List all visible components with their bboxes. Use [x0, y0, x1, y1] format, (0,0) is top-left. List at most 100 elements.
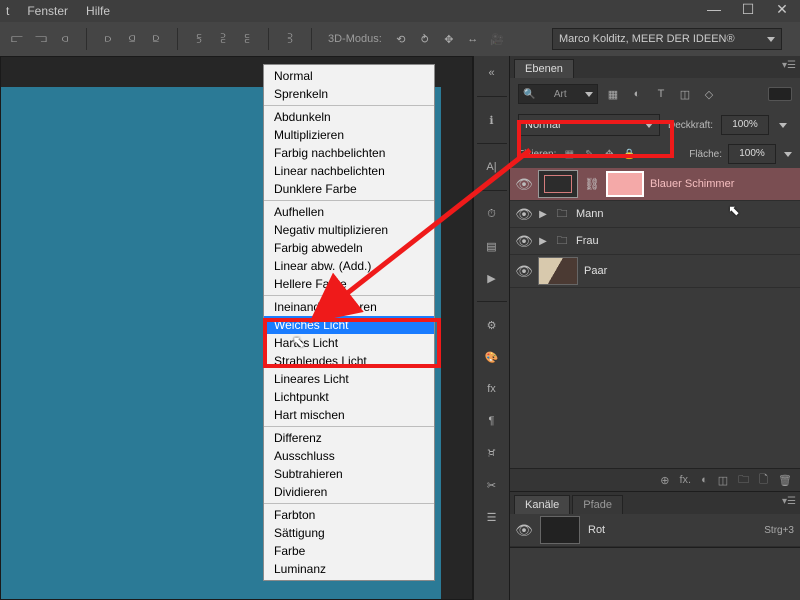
workspace-preset-dropdown[interactable]: Marco Kolditz, MEER DER IDEEN®: [552, 28, 782, 50]
distribute-top-icon[interactable]: ⫐: [99, 30, 117, 48]
layer-row-mann[interactable]: 👁 ▶ 🗀 Mann: [510, 201, 800, 228]
panel-menu-icon[interactable]: ▾☰: [782, 60, 796, 71]
new-layer-icon[interactable]: 🗋: [759, 471, 768, 490]
blend-mode-option[interactable]: Luminanz: [264, 560, 434, 578]
visibility-toggle[interactable]: 👁: [516, 176, 532, 192]
minimize-button[interactable]: —: [702, 2, 726, 18]
color-panel-icon[interactable]: 🎨: [481, 346, 503, 368]
expand-arrow-icon[interactable]: ▶: [538, 209, 548, 220]
channel-row-rot[interactable]: 👁 Rot Strg+3: [510, 514, 800, 547]
blend-mode-option[interactable]: Farbig nachbelichten: [264, 144, 434, 162]
filter-pixel-icon[interactable]: ▦: [604, 85, 622, 103]
layer-name[interactable]: Frau: [576, 235, 794, 247]
align-right-icon[interactable]: ⫏: [56, 30, 74, 48]
blend-mode-option[interactable]: Dividieren: [264, 483, 434, 501]
blend-mode-option[interactable]: Differenz: [264, 429, 434, 447]
blend-mode-option[interactable]: Linear abw. (Add.): [264, 257, 434, 275]
maximize-button[interactable]: ☐: [736, 2, 760, 18]
blend-mode-option[interactable]: Lichtpunkt: [264, 388, 434, 406]
history-panel-icon[interactable]: ⏱: [481, 203, 503, 225]
expand-arrow-icon[interactable]: ▶: [538, 236, 548, 247]
blend-mode-option[interactable]: Ineinanderkopieren: [264, 298, 434, 316]
filter-adjustment-icon[interactable]: ◐: [628, 85, 646, 103]
new-group-icon[interactable]: 🗀: [738, 471, 749, 490]
opacity-value[interactable]: 100%: [721, 115, 769, 135]
distribute-h-center-icon[interactable]: ⫔: [214, 30, 232, 48]
tab-paths[interactable]: Pfade: [572, 495, 623, 514]
distribute-v-center-icon[interactable]: ⫑: [123, 30, 141, 48]
lock-pixels-icon[interactable]: ▦: [562, 147, 576, 161]
layer-row-paar[interactable]: 👁 Paar: [510, 255, 800, 288]
layer-row-frau[interactable]: 👁 ▶ 🗀 Frau: [510, 228, 800, 255]
blend-mode-popup[interactable]: NormalSprenkelnAbdunkelnMultiplizierenFa…: [263, 64, 435, 581]
filter-smart-icon[interactable]: ◇: [700, 85, 718, 103]
blend-mode-option[interactable]: Hartes Licht: [264, 334, 434, 352]
layer-kind-dropdown[interactable]: 🔍 Art: [518, 84, 598, 104]
roll-icon[interactable]: ⥁: [416, 30, 434, 48]
collapse-toggle-icon[interactable]: «: [481, 62, 503, 84]
blend-mode-option[interactable]: Aufhellen: [264, 203, 434, 221]
add-mask-icon[interactable]: ◐: [701, 474, 708, 486]
layer-row-blauer-schimmer[interactable]: 👁 ⛓ Blauer Schimmer: [510, 168, 800, 201]
info-panel-icon[interactable]: ℹ: [481, 109, 503, 131]
layer-fx-icon[interactable]: fx.: [679, 474, 691, 486]
swatches-panel-icon[interactable]: ☰: [481, 506, 503, 528]
distribute-spacing-icon[interactable]: ⫖: [281, 30, 299, 48]
distribute-left-icon[interactable]: ⫓: [190, 30, 208, 48]
character-panel-icon[interactable]: A|: [481, 156, 503, 178]
properties-panel-icon[interactable]: ⚙: [481, 314, 503, 336]
blend-mode-option[interactable]: Hart mischen: [264, 406, 434, 424]
blend-mode-option[interactable]: Normal: [264, 67, 434, 85]
paragraph-panel-icon[interactable]: ¶: [481, 410, 503, 432]
fill-flyout-icon[interactable]: [784, 152, 792, 157]
blend-mode-option[interactable]: Ausschluss: [264, 447, 434, 465]
blend-mode-option[interactable]: Farbton: [264, 506, 434, 524]
distribute-right-icon[interactable]: ⫕: [238, 30, 256, 48]
styles-panel-icon[interactable]: fx: [481, 378, 503, 400]
lock-move-icon[interactable]: ✥: [602, 147, 616, 161]
menu-item-help[interactable]: Hilfe: [86, 4, 110, 18]
layer-name[interactable]: Paar: [584, 265, 794, 277]
filter-shape-icon[interactable]: ◫: [676, 85, 694, 103]
blend-mode-dropdown[interactable]: Normal: [518, 114, 660, 136]
close-button[interactable]: ✕: [770, 2, 794, 18]
visibility-toggle[interactable]: 👁: [516, 522, 532, 538]
filter-toggle[interactable]: [768, 87, 792, 101]
blend-mode-option[interactable]: Multiplizieren: [264, 126, 434, 144]
blend-mode-option[interactable]: Sättigung: [264, 524, 434, 542]
menu-item-window[interactable]: Fenster: [27, 4, 68, 18]
blend-mode-option[interactable]: Lineares Licht: [264, 370, 434, 388]
blend-mode-option[interactable]: Subtrahieren: [264, 465, 434, 483]
layer-name[interactable]: Mann: [576, 208, 794, 220]
orbit-icon[interactable]: ⟲: [392, 30, 410, 48]
brush-panel-icon[interactable]: ਖ਼: [481, 442, 503, 464]
layer-name[interactable]: Blauer Schimmer: [650, 178, 794, 190]
align-center-h-icon[interactable]: ⫎: [32, 30, 50, 48]
tool-preset-icon[interactable]: ✂: [481, 474, 503, 496]
align-left-icon[interactable]: ⫍: [8, 30, 26, 48]
filter-text-icon[interactable]: T: [652, 85, 670, 103]
zoom-icon[interactable]: 🎥: [488, 30, 506, 48]
pan-icon[interactable]: ✥: [440, 30, 458, 48]
play-icon[interactable]: ▶: [481, 267, 503, 289]
slide-icon[interactable]: ↔: [464, 30, 482, 48]
tab-layers[interactable]: Ebenen: [514, 59, 574, 78]
tab-channels[interactable]: Kanäle: [514, 495, 570, 514]
new-adjustment-icon[interactable]: ◫: [718, 474, 728, 487]
blend-mode-option[interactable]: Farbig abwedeln: [264, 239, 434, 257]
fill-value[interactable]: 100%: [728, 144, 776, 164]
delete-layer-icon[interactable]: 🗑: [778, 474, 792, 487]
actions-panel-icon[interactable]: ▤: [481, 235, 503, 257]
distribute-bottom-icon[interactable]: ⫒: [147, 30, 165, 48]
visibility-toggle[interactable]: 👁: [516, 263, 532, 279]
blend-mode-option[interactable]: Hellere Farbe: [264, 275, 434, 293]
opacity-flyout-icon[interactable]: [779, 123, 787, 128]
blend-mode-option[interactable]: Dunklere Farbe: [264, 180, 434, 198]
link-layers-icon[interactable]: ⊕: [660, 474, 669, 487]
panel-menu-icon[interactable]: ▾☰: [782, 496, 796, 507]
blend-mode-option[interactable]: Abdunkeln: [264, 108, 434, 126]
blend-mode-option[interactable]: Linear nachbelichten: [264, 162, 434, 180]
blend-mode-option[interactable]: Negativ multiplizieren: [264, 221, 434, 239]
lock-all-icon[interactable]: 🔒: [622, 147, 636, 161]
blend-mode-option[interactable]: Sprenkeln: [264, 85, 434, 103]
